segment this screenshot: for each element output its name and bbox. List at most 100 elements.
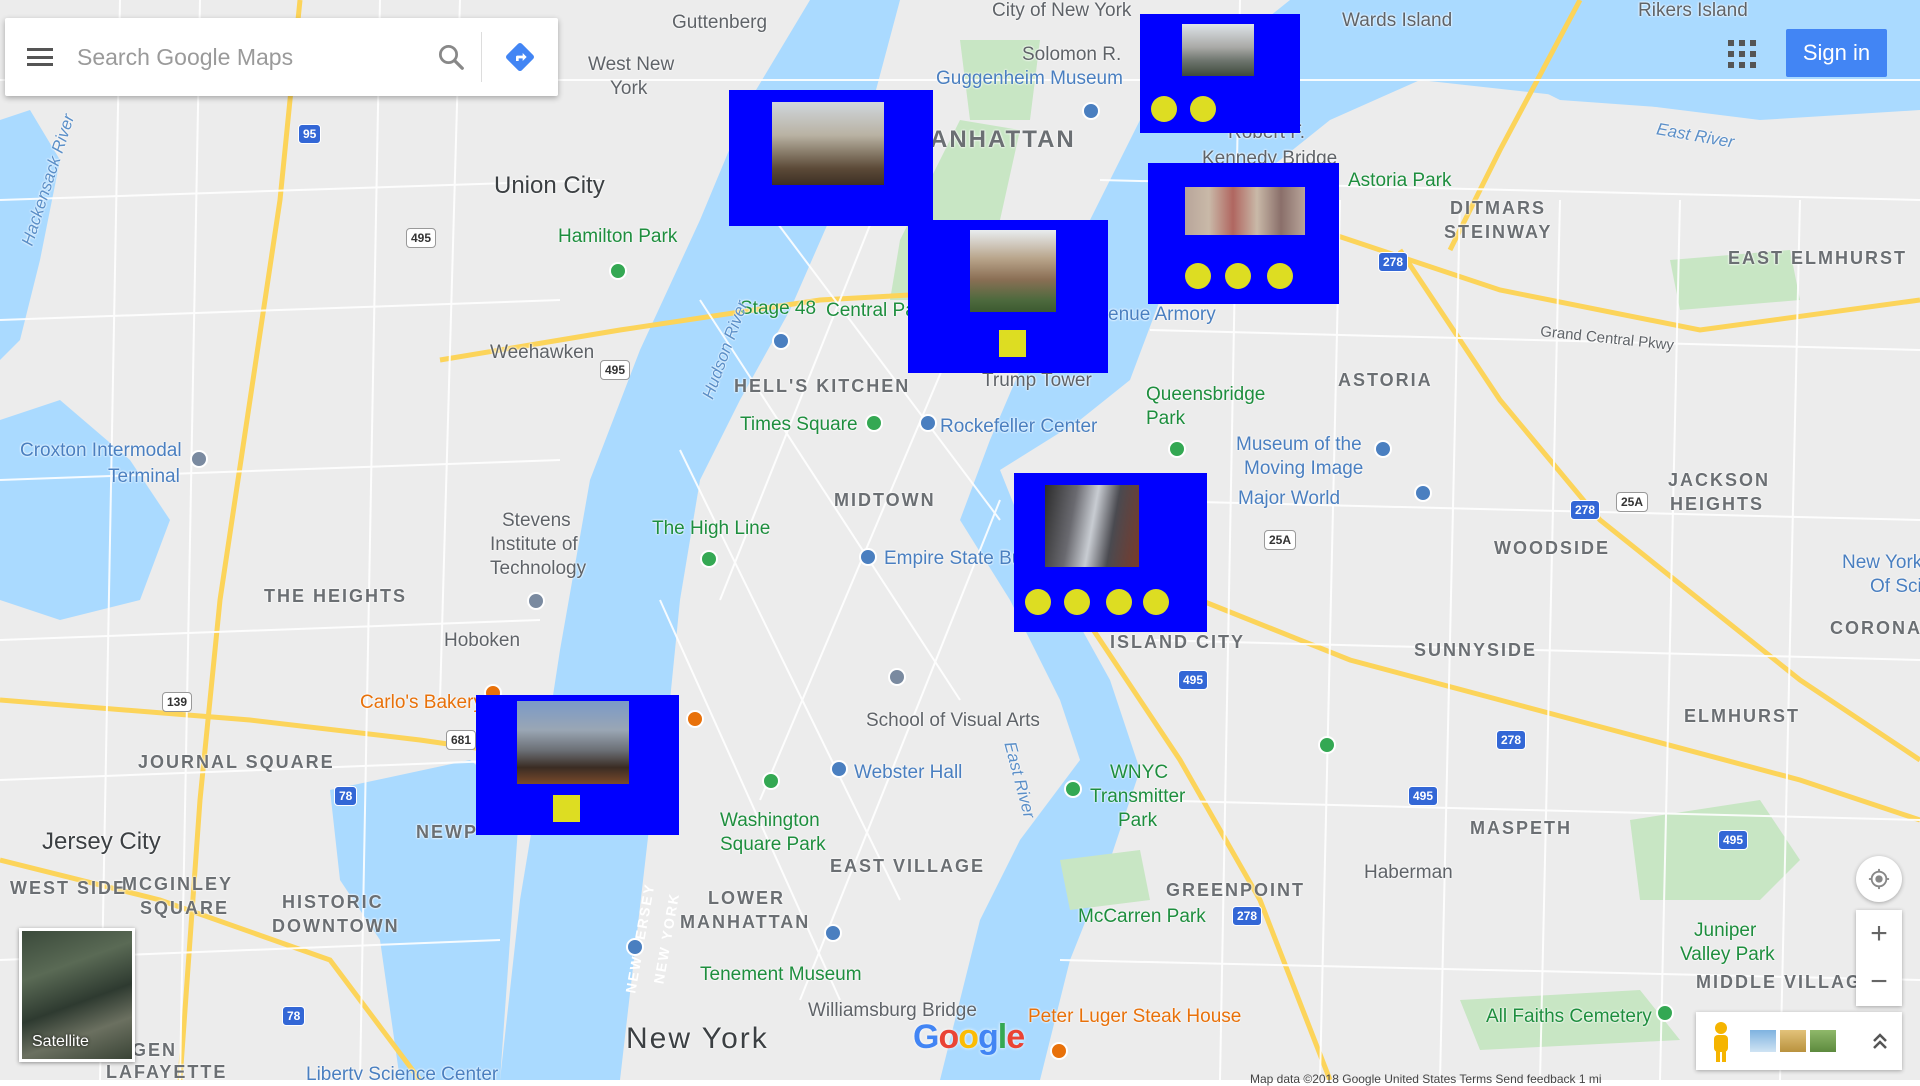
- map-label: Croxton Intermodal: [20, 440, 182, 461]
- menu-icon: [27, 48, 53, 66]
- menu-button[interactable]: [5, 18, 75, 96]
- search-button[interactable]: [421, 27, 481, 87]
- rating-dot: [1151, 96, 1177, 122]
- imagery-thumb[interactable]: [1750, 1030, 1776, 1052]
- map-label: ELMHURST: [1684, 706, 1800, 726]
- poi-pin[interactable]: [1374, 440, 1392, 458]
- map-label: HELL'S KITCHEN: [734, 376, 911, 396]
- route-shield: 495: [1408, 786, 1439, 806]
- map-label: Juniper: [1694, 920, 1757, 941]
- imagery-thumb[interactable]: [1810, 1030, 1836, 1052]
- place-card[interactable]: [1148, 163, 1339, 304]
- map-label: Stage 48: [740, 298, 817, 319]
- map-label: Terminal: [108, 466, 180, 487]
- place-photo: [1185, 187, 1305, 235]
- place-card[interactable]: [908, 220, 1108, 373]
- map-label: MIDDLE VILLAG: [1696, 972, 1862, 992]
- poi-pin[interactable]: [888, 668, 906, 686]
- map-label: McCarren Park: [1078, 906, 1206, 927]
- route-shield: 78: [334, 786, 358, 806]
- search-input[interactable]: [75, 26, 421, 88]
- my-location-button[interactable]: [1856, 856, 1902, 902]
- poi-pin[interactable]: [1050, 1042, 1068, 1060]
- poi-pin[interactable]: [700, 550, 718, 568]
- route-shield: 278: [1378, 252, 1409, 272]
- route-shield: 495: [1718, 830, 1749, 850]
- poi-pin[interactable]: [919, 414, 937, 432]
- map-label: Park: [1146, 408, 1186, 429]
- place-card[interactable]: [1140, 14, 1300, 133]
- map-label: Wards Island: [1342, 10, 1453, 31]
- poi-pin[interactable]: [859, 548, 877, 566]
- map-label: EAST VILLAGE: [830, 856, 986, 876]
- route-shield: 681: [446, 730, 477, 750]
- google-logo: Google: [913, 1018, 1025, 1056]
- map-label: SQUARE: [140, 898, 230, 918]
- map-label: City of New York: [992, 0, 1132, 21]
- sign-in-button[interactable]: Sign in: [1786, 29, 1887, 77]
- poi-pin[interactable]: [762, 772, 780, 790]
- poi-pin[interactable]: [830, 760, 848, 778]
- poi-pin[interactable]: [824, 924, 842, 942]
- route-shield: 78: [282, 1006, 306, 1026]
- apps-button[interactable]: [1722, 34, 1762, 74]
- map-label: WOODSIDE: [1494, 538, 1611, 558]
- poi-pin[interactable]: [527, 592, 545, 610]
- map-label: Technology: [490, 558, 587, 579]
- map-label: GREENPOINT: [1166, 880, 1306, 900]
- poi-pin[interactable]: [1064, 780, 1082, 798]
- poi-pin[interactable]: [1168, 440, 1186, 458]
- poi-pin[interactable]: [1414, 484, 1432, 502]
- rating-dot: [1064, 589, 1090, 615]
- poi-pin[interactable]: [686, 710, 704, 728]
- map-label: THE HEIGHTS: [264, 586, 408, 606]
- poi-pin[interactable]: [1082, 102, 1100, 120]
- map-label: Carlo's Bakery: [360, 692, 483, 713]
- route-shield: 495: [600, 360, 631, 380]
- map-label: Times Square: [740, 414, 858, 435]
- map-label: New York: [1842, 552, 1920, 573]
- zoom-in-button[interactable]: +: [1856, 910, 1902, 958]
- map-label: Hamilton Park: [558, 226, 678, 247]
- directions-button[interactable]: [482, 27, 558, 87]
- poi-pin[interactable]: [626, 938, 644, 956]
- poi-pin[interactable]: [1656, 1004, 1674, 1022]
- imagery-thumb[interactable]: [1780, 1030, 1806, 1052]
- map-label: Major World: [1238, 488, 1341, 509]
- map-label: JOURNAL SQUARE: [138, 752, 335, 772]
- poi-pin[interactable]: [1318, 736, 1336, 754]
- route-shield: 25A: [1616, 492, 1649, 512]
- rating-dot: [1267, 263, 1293, 289]
- location-icon: [1868, 868, 1890, 890]
- poi-pin[interactable]: [190, 450, 208, 468]
- map-label: York: [610, 78, 648, 99]
- map-label: MASPETH: [1470, 818, 1573, 838]
- map-label: Queensbridge: [1146, 384, 1266, 405]
- map-label: HEIGHTS: [1670, 494, 1765, 514]
- poi-pin[interactable]: [865, 414, 883, 432]
- route-shield: 278: [1570, 500, 1601, 520]
- map-label: ISLAND CITY: [1110, 632, 1246, 652]
- map-label: Peter Luger Steak House: [1028, 1006, 1242, 1027]
- expand-icon[interactable]: [1870, 1029, 1890, 1053]
- rating-dot: [1025, 589, 1051, 615]
- place-card[interactable]: [476, 695, 679, 835]
- poi-pin[interactable]: [772, 332, 790, 350]
- zoom-out-button[interactable]: −: [1856, 958, 1902, 1006]
- place-photo: [772, 102, 884, 185]
- place-card[interactable]: [1014, 473, 1207, 632]
- map-label: Empire State Bu: [884, 548, 1023, 569]
- apps-icon: [1728, 40, 1734, 46]
- map-label: Central Pa: [826, 300, 916, 321]
- map-label: Haberman: [1364, 862, 1453, 883]
- route-shield: 278: [1496, 730, 1527, 750]
- search-box: [5, 18, 558, 96]
- route-shield: 25A: [1264, 530, 1297, 550]
- poi-pin[interactable]: [609, 262, 627, 280]
- pegman-icon[interactable]: [1708, 1020, 1734, 1064]
- place-card[interactable]: [729, 90, 933, 226]
- route-shield: 278: [1232, 906, 1263, 926]
- satellite-toggle[interactable]: Satellite: [19, 928, 135, 1062]
- map-canvas[interactable]: Guttenberg City of New York Wards Island…: [0, 0, 1920, 1080]
- map-label: Guttenberg: [672, 12, 768, 33]
